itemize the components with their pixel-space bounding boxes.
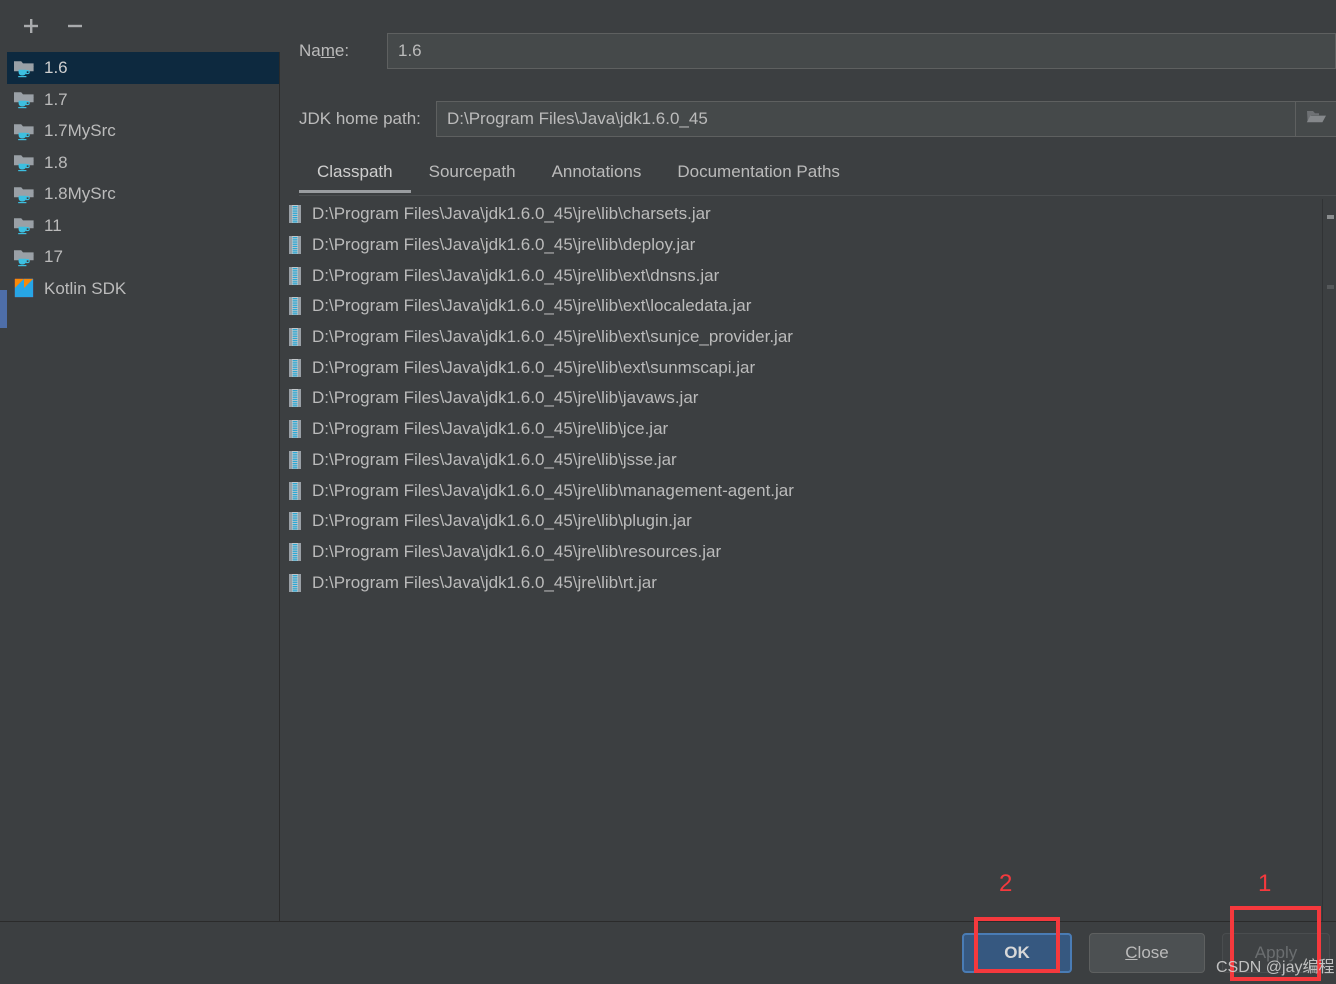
sdk-list-item[interactable]: 17	[0, 241, 279, 273]
classpath-entry[interactable]: D:\Program Files\Java\jdk1.6.0_45\jre\li…	[281, 199, 1336, 230]
tab-classpath[interactable]: Classpath	[299, 158, 411, 193]
sidebar-scrollbar[interactable]	[0, 0, 7, 921]
sdk-configuration-dialog: 1.6 1.7 1.7MySrc 1.8 1.8MySrc 11 17 Kotlin SDK …	[0, 0, 1336, 984]
classpath-entry-label: D:\Program Files\Java\jdk1.6.0_45\jre\li…	[312, 511, 692, 531]
classpath-entry[interactable]: D:\Program Files\Java\jdk1.6.0_45\jre\li…	[281, 475, 1336, 506]
dialog-button-bar: OK Close Apply	[0, 922, 1336, 984]
apply-button: Apply	[1222, 933, 1330, 973]
sdk-list-item-label: 1.7	[44, 89, 68, 109]
sdk-list-item-label: Kotlin SDK	[44, 278, 127, 298]
name-row: Name: 1.6	[299, 33, 1336, 69]
sdk-list-item-label: 17	[44, 247, 63, 267]
jar-file-icon	[287, 296, 303, 316]
jdk-home-path-label: JDK home path:	[299, 109, 421, 128]
jar-file-icon	[287, 542, 303, 562]
jar-file-icon	[287, 388, 303, 408]
sdk-list-item[interactable]: 1.8	[0, 147, 279, 179]
classpath-entry-label: D:\Program Files\Java\jdk1.6.0_45\jre\li…	[312, 296, 752, 316]
add-sdk-icon	[21, 16, 41, 36]
kotlin-icon	[13, 278, 35, 298]
jar-file-icon	[287, 327, 303, 347]
tab-documentation-paths[interactable]: Documentation Paths	[659, 158, 858, 193]
classpath-entry-label: D:\Program Files\Java\jdk1.6.0_45\jre\li…	[312, 204, 711, 224]
jar-file-icon	[287, 481, 303, 501]
classpath-scroll-mark	[1327, 285, 1334, 289]
classpath-entry-label: D:\Program Files\Java\jdk1.6.0_45\jre\li…	[312, 419, 669, 439]
classpath-entry[interactable]: D:\Program Files\Java\jdk1.6.0_45\jre\li…	[281, 260, 1336, 291]
sdk-list-item-label: 11	[44, 215, 62, 235]
jar-file-icon	[287, 419, 303, 439]
classpath-entry[interactable]: D:\Program Files\Java\jdk1.6.0_45\jre\li…	[281, 322, 1336, 353]
jdk-folder-icon	[13, 215, 35, 235]
sdk-detail-panel: Name: 1.6 JDK home path: D:\Program File…	[281, 0, 1336, 921]
sdk-list-item-label: 1.7MySrc	[44, 121, 116, 141]
sdk-list-item-label: 1.8MySrc	[44, 184, 116, 204]
tab-annotations[interactable]: Annotations	[534, 158, 660, 193]
classpath-entry-label: D:\Program Files\Java\jdk1.6.0_45\jre\li…	[312, 265, 720, 285]
ok-button[interactable]: OK	[962, 933, 1072, 973]
sdk-list-item[interactable]: 1.7	[0, 84, 279, 116]
jar-file-icon	[287, 573, 303, 593]
folder-open-icon	[1305, 108, 1327, 131]
classpath-entry-label: D:\Program Files\Java\jdk1.6.0_45\jre\li…	[312, 541, 722, 561]
close-button-mnemonic: C	[1125, 943, 1138, 962]
name-label: Name:	[299, 41, 350, 60]
jar-file-icon	[287, 450, 303, 470]
jar-file-icon	[287, 266, 303, 286]
classpath-entry[interactable]: D:\Program Files\Java\jdk1.6.0_45\jre\li…	[281, 506, 1336, 537]
remove-sdk-button[interactable]	[61, 12, 89, 40]
jdk-home-path-row: JDK home path: D:\Program Files\Java\jdk…	[299, 101, 1336, 137]
sidebar-scrollbar-thumb[interactable]	[0, 290, 7, 328]
sdk-list-item[interactable]: 1.8MySrc	[0, 178, 279, 210]
jar-file-icon	[287, 204, 303, 224]
classpath-entry[interactable]: D:\Program Files\Java\jdk1.6.0_45\jre\li…	[281, 291, 1336, 322]
remove-sdk-icon	[65, 16, 85, 36]
jar-file-icon	[287, 358, 303, 378]
classpath-list[interactable]: D:\Program Files\Java\jdk1.6.0_45\jre\li…	[281, 199, 1336, 921]
sdk-list-item-label: 1.8	[44, 152, 68, 172]
classpath-entry-label: D:\Program Files\Java\jdk1.6.0_45\jre\li…	[312, 449, 677, 469]
classpath-entry-label: D:\Program Files\Java\jdk1.6.0_45\jre\li…	[312, 327, 793, 347]
sdk-list-item[interactable]: 11	[0, 210, 279, 242]
classpath-entry-label: D:\Program Files\Java\jdk1.6.0_45\jre\li…	[312, 357, 756, 377]
classpath-entry[interactable]: D:\Program Files\Java\jdk1.6.0_45\jre\li…	[281, 414, 1336, 445]
jar-file-icon	[287, 511, 303, 531]
classpath-entry[interactable]: D:\Program Files\Java\jdk1.6.0_45\jre\li…	[281, 352, 1336, 383]
classpath-scrollbar[interactable]	[1322, 199, 1336, 921]
tabs-underline	[299, 195, 1336, 196]
close-button-label: lose	[1137, 943, 1169, 962]
sdk-list-item-label: 1.6	[44, 58, 68, 78]
classpath-entry[interactable]: D:\Program Files\Java\jdk1.6.0_45\jre\li…	[281, 445, 1336, 476]
jdk-folder-icon	[13, 58, 35, 78]
sdk-list-item[interactable]: 1.7MySrc	[0, 115, 279, 147]
sdk-list-item[interactable]: 1.6	[0, 52, 279, 84]
sdk-list[interactable]: 1.6 1.7 1.7MySrc 1.8 1.8MySrc 11 17 Kotlin SDK	[0, 52, 279, 921]
jdk-folder-icon	[13, 184, 35, 204]
classpath-entry[interactable]: D:\Program Files\Java\jdk1.6.0_45\jre\li…	[281, 567, 1336, 598]
classpath-scroll-mark	[1327, 215, 1334, 219]
sdk-sidebar: 1.6 1.7 1.7MySrc 1.8 1.8MySrc 11 17 Kotlin SDK	[0, 0, 280, 921]
classpath-entry-label: D:\Program Files\Java\jdk1.6.0_45\jre\li…	[312, 572, 657, 592]
classpath-entry-label: D:\Program Files\Java\jdk1.6.0_45\jre\li…	[312, 235, 696, 255]
jdk-folder-icon	[13, 247, 35, 267]
jdk-home-path-input[interactable]: D:\Program Files\Java\jdk1.6.0_45	[436, 101, 1336, 137]
sdk-list-item[interactable]: Kotlin SDK	[0, 273, 279, 305]
jar-file-icon	[287, 235, 303, 255]
classpath-entry-label: D:\Program Files\Java\jdk1.6.0_45\jre\li…	[312, 480, 794, 500]
close-button[interactable]: Close	[1089, 933, 1205, 973]
sdk-detail-tabs[interactable]: Classpath Sourcepath Annotations Documentat…	[299, 158, 1336, 196]
jdk-folder-icon	[13, 89, 35, 109]
name-input[interactable]: 1.6	[387, 33, 1336, 69]
sdk-list-toolbar	[0, 0, 280, 52]
jdk-folder-icon	[13, 121, 35, 141]
jdk-folder-icon	[13, 152, 35, 172]
add-sdk-button[interactable]	[17, 12, 45, 40]
classpath-entry[interactable]: D:\Program Files\Java\jdk1.6.0_45\jre\li…	[281, 230, 1336, 261]
classpath-entry[interactable]: D:\Program Files\Java\jdk1.6.0_45\jre\li…	[281, 537, 1336, 568]
classpath-entry[interactable]: D:\Program Files\Java\jdk1.6.0_45\jre\li…	[281, 383, 1336, 414]
tab-sourcepath[interactable]: Sourcepath	[411, 158, 534, 193]
classpath-entry-label: D:\Program Files\Java\jdk1.6.0_45\jre\li…	[312, 388, 699, 408]
browse-jdk-home-button[interactable]	[1295, 101, 1336, 137]
